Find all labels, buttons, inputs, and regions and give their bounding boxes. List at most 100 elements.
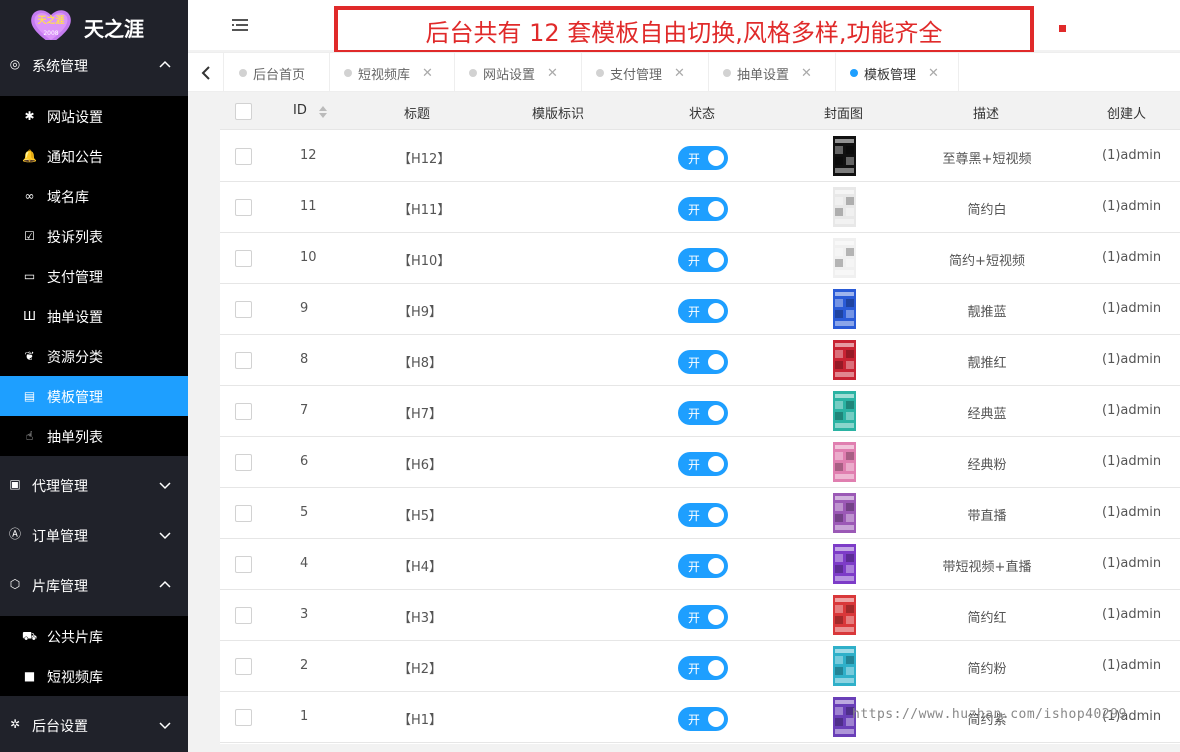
row-checkbox[interactable] (235, 403, 252, 420)
tab[interactable]: 抽单设置 ✕ (709, 53, 836, 93)
chevron-down-icon (159, 722, 171, 730)
status-switch[interactable]: 开 (678, 707, 728, 731)
row-checkbox[interactable] (235, 505, 252, 522)
sidebar-item[interactable]: ■ 短视频库 (0, 656, 188, 696)
sidebar-item[interactable]: ∞ 域名库 (0, 176, 188, 216)
switch-label: 开 (688, 356, 701, 370)
cover-thumbnail[interactable] (833, 442, 856, 482)
status-switch[interactable]: 开 (678, 452, 728, 476)
logo-badge-text: 天之涯 (37, 14, 64, 26)
tab[interactable]: 模板管理 ✕ (836, 53, 959, 93)
sidebar-item[interactable]: ▭ 支付管理 (0, 256, 188, 296)
sidebar-group[interactable]: Ⓐ 订单管理 (0, 510, 188, 560)
close-icon[interactable]: ✕ (674, 66, 685, 81)
sort-icon[interactable] (318, 105, 328, 119)
close-icon[interactable]: ✕ (422, 66, 433, 81)
sidebar-group[interactable]: ⬡ 片库管理 (0, 560, 188, 610)
cell-id: 8 (300, 352, 309, 367)
cell-title: 【H5】 (398, 509, 443, 524)
settings-icon: ◎ (9, 57, 21, 71)
cell-description: 靓推红 (967, 356, 1007, 371)
cover-thumbnail[interactable] (833, 391, 856, 431)
cell-id: 7 (300, 403, 309, 418)
cover-thumbnail[interactable] (833, 544, 856, 584)
row-checkbox[interactable] (235, 556, 252, 573)
status-switch[interactable]: 开 (678, 503, 728, 527)
column-header-id[interactable]: ID (293, 103, 307, 118)
cover-thumbnail[interactable] (833, 238, 856, 278)
tab[interactable]: 后台首页 (225, 53, 330, 93)
row-checkbox[interactable] (235, 607, 252, 624)
sidebar-item[interactable]: ⛟ 公共片库 (0, 616, 188, 656)
cell-description: 简约白 (967, 203, 1007, 218)
table-row: 5 【H5】 开 带直播 (1)admin (220, 488, 1180, 539)
cell-title: 【H9】 (398, 305, 443, 320)
row-checkbox[interactable] (235, 352, 252, 369)
cover-thumbnail[interactable] (833, 340, 856, 380)
sidebar-item-label: 投诉列表 (47, 230, 103, 246)
tab-scroll-left-button[interactable] (188, 53, 224, 93)
sidebar-item[interactable]: ☝ 抽单列表 (0, 416, 188, 456)
row-checkbox[interactable] (235, 709, 252, 726)
tab-status-dot (344, 69, 352, 77)
switch-knob (708, 252, 724, 268)
close-icon[interactable]: ✕ (928, 66, 939, 81)
status-switch[interactable]: 开 (678, 248, 728, 272)
cover-thumbnail[interactable] (833, 493, 856, 533)
cover-thumbnail[interactable] (833, 646, 856, 686)
switch-knob (708, 609, 724, 625)
sidebar-item[interactable]: ❦ 资源分类 (0, 336, 188, 376)
cell-id: 2 (300, 658, 309, 673)
sidebar-item[interactable]: ▤ 模板管理 (0, 376, 188, 416)
row-checkbox[interactable] (235, 658, 252, 675)
hand-icon: ☝ (25, 429, 34, 443)
cell-creator: (1)admin (1102, 454, 1162, 469)
menu-toggle-icon[interactable] (232, 18, 248, 32)
library-icon: ⬡ (9, 577, 21, 591)
asterisk-icon: ✱ (24, 109, 35, 123)
cell-description: 带直播 (967, 509, 1007, 524)
status-switch[interactable]: 开 (678, 146, 728, 170)
sidebar-item[interactable]: ✱ 网站设置 (0, 96, 188, 136)
chevron-down-icon (159, 482, 171, 490)
cover-thumbnail[interactable] (833, 595, 856, 635)
status-switch[interactable]: 开 (678, 656, 728, 680)
sidebar-item[interactable]: ☑ 投诉列表 (0, 216, 188, 256)
status-switch[interactable]: 开 (678, 401, 728, 425)
row-checkbox[interactable] (235, 148, 252, 165)
switch-knob (708, 660, 724, 676)
row-checkbox[interactable] (235, 199, 252, 216)
close-icon[interactable]: ✕ (547, 66, 558, 81)
video-icon: ■ (23, 669, 36, 683)
sidebar-item[interactable]: 🔔 通知公告 (0, 136, 188, 176)
sidebar-group[interactable]: ▣ 代理管理 (0, 460, 188, 510)
sidebar-group-label: 订单管理 (32, 529, 88, 545)
status-switch[interactable]: 开 (678, 605, 728, 629)
select-all-checkbox[interactable] (235, 103, 252, 120)
cover-thumbnail[interactable] (833, 187, 856, 227)
column-header-creator: 创建人 (1107, 107, 1147, 122)
status-switch[interactable]: 开 (678, 350, 728, 374)
sidebar-item-label: 支付管理 (47, 270, 103, 286)
status-switch[interactable]: 开 (678, 299, 728, 323)
row-checkbox[interactable] (235, 301, 252, 318)
close-icon[interactable]: ✕ (801, 66, 812, 81)
column-header-cover: 封面图 (824, 107, 864, 122)
cell-id: 4 (300, 556, 309, 571)
tab[interactable]: 网站设置 ✕ (455, 53, 582, 93)
sidebar-item[interactable]: Ш 抽单设置 (0, 296, 188, 336)
sidebar-group[interactable]: ◎ 系统管理 (0, 40, 188, 90)
tab[interactable]: 支付管理 ✕ (582, 53, 709, 93)
row-checkbox[interactable] (235, 454, 252, 471)
status-switch[interactable]: 开 (678, 197, 728, 221)
cell-title: 【H2】 (398, 662, 443, 677)
bell-icon: 🔔 (22, 149, 37, 163)
switch-label: 开 (688, 560, 701, 574)
status-switch[interactable]: 开 (678, 554, 728, 578)
row-checkbox[interactable] (235, 250, 252, 267)
tab[interactable]: 短视频库 ✕ (330, 53, 455, 93)
cell-title: 【H11】 (398, 203, 451, 218)
cover-thumbnail[interactable] (833, 136, 856, 176)
sidebar-group[interactable]: ✲ 后台设置 (0, 700, 188, 750)
cover-thumbnail[interactable] (833, 289, 856, 329)
